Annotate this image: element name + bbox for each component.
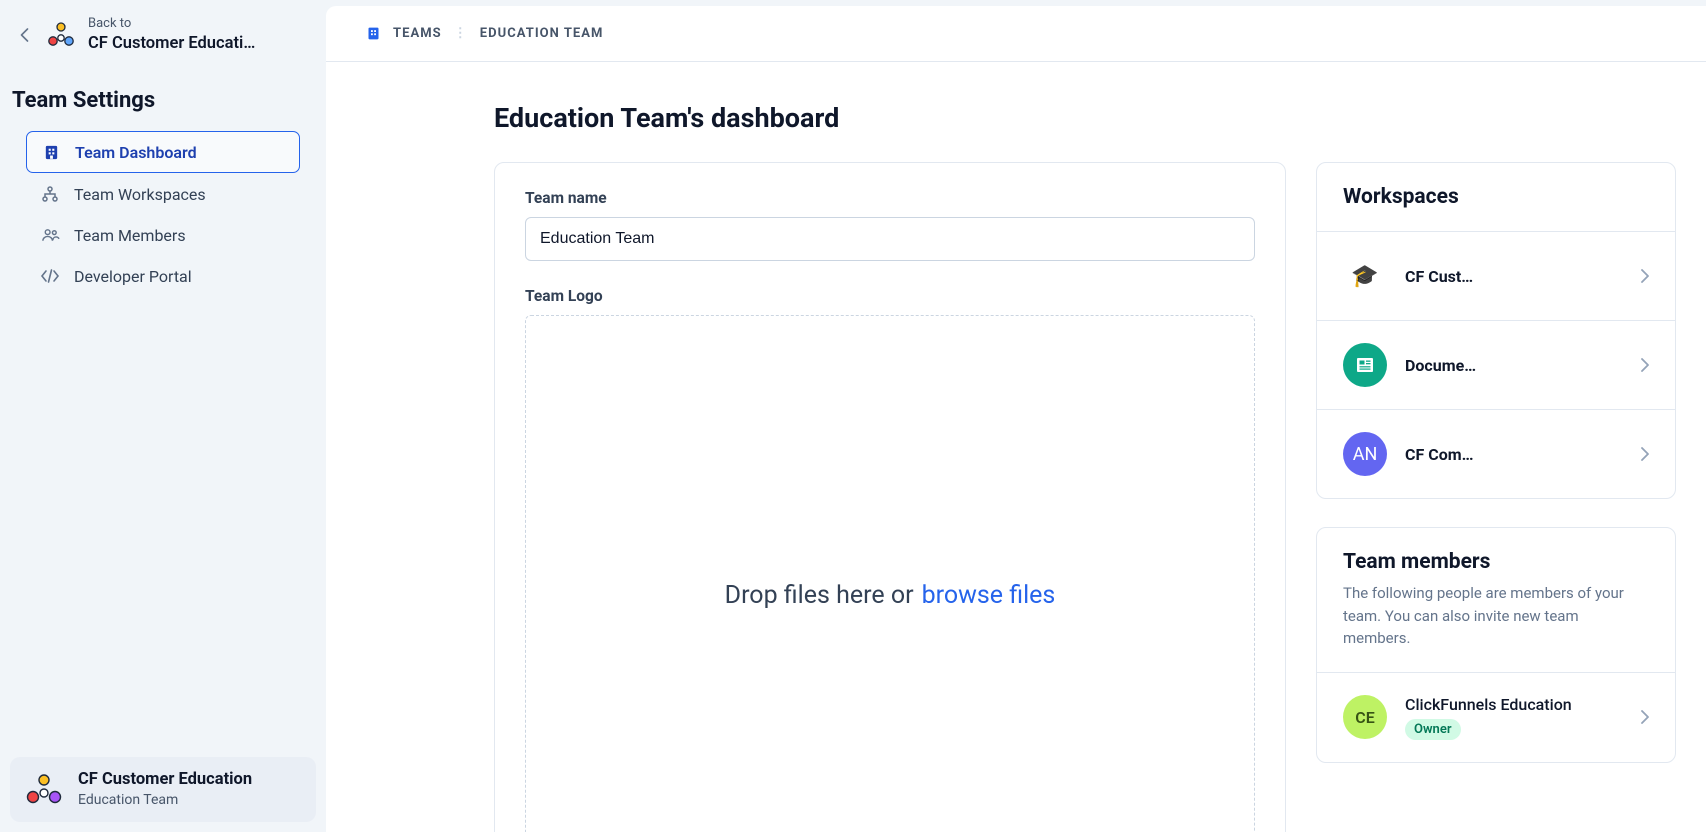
team-icon <box>46 20 76 50</box>
workspace-item[interactable]: 🎓 CF Cust… <box>1317 231 1675 320</box>
breadcrumb: TEAMS ⋮ EDUCATION TEAM <box>326 6 1706 62</box>
breadcrumb-separator: ⋮ <box>454 26 468 41</box>
nav-item-label: Team Dashboard <box>75 143 197 162</box>
back-label-large: CF Customer Educati… <box>88 33 255 54</box>
nav-item-label: Developer Portal <box>74 267 192 286</box>
nav-list: Team Dashboard Team Workspaces Team Memb… <box>10 131 316 296</box>
workspaces-card: Workspaces 🎓 CF Cust… <box>1316 162 1676 499</box>
people-icon <box>40 225 60 245</box>
dropzone-text: Drop files here or <box>725 581 914 610</box>
team-settings-card: Team name Team Logo Drop files here or b… <box>494 162 1286 832</box>
browse-files-link[interactable]: browse files <box>922 581 1056 610</box>
team-icon <box>24 772 64 806</box>
workspace-avatar: AN <box>1343 432 1387 476</box>
nav-team-workspaces[interactable]: Team Workspaces <box>26 174 300 214</box>
members-subtitle: The following people are members of your… <box>1343 582 1649 650</box>
footer-title: CF Customer Education <box>78 769 252 791</box>
chevron-right-icon <box>1641 447 1649 461</box>
sitemap-icon <box>40 184 60 204</box>
back-link[interactable]: Back to CF Customer Educati… <box>10 10 316 68</box>
member-name: ClickFunnels Education <box>1405 695 1572 714</box>
sidebar-footer[interactable]: CF Customer Education Education Team <box>10 757 316 822</box>
chevron-right-icon <box>1641 269 1649 283</box>
nav-team-dashboard[interactable]: Team Dashboard <box>26 131 300 173</box>
workspace-label: CF Cust… <box>1405 267 1473 286</box>
workspace-item[interactable]: Docume… <box>1317 320 1675 409</box>
logo-dropzone[interactable]: Drop files here or browse files <box>525 315 1255 832</box>
chevron-right-icon <box>1641 710 1649 724</box>
sidebar: Back to CF Customer Educati… Team Settin… <box>0 0 326 832</box>
chevron-left-icon <box>14 28 34 42</box>
breadcrumb-root[interactable]: TEAMS <box>393 26 442 41</box>
back-label-small: Back to <box>88 16 255 33</box>
team-name-input[interactable] <box>525 217 1255 261</box>
members-card: Team members The following people are me… <box>1316 527 1676 763</box>
member-avatar: CE <box>1343 695 1387 739</box>
sidebar-title: Team Settings <box>10 68 316 131</box>
page-title: Education Team's dashboard <box>494 102 1676 134</box>
workspace-item[interactable]: AN CF Com… <box>1317 409 1675 498</box>
nav-team-members[interactable]: Team Members <box>26 215 300 255</box>
workspace-label: Docume… <box>1405 356 1476 375</box>
building-icon <box>366 26 381 41</box>
members-title: Team members <box>1343 550 1649 574</box>
member-item[interactable]: CE ClickFunnels Education Owner <box>1317 672 1675 762</box>
nav-item-label: Team Workspaces <box>74 185 206 204</box>
footer-sub: Education Team <box>78 791 252 810</box>
workspaces-title: Workspaces <box>1343 185 1649 209</box>
main: TEAMS ⋮ EDUCATION TEAM Education Team's … <box>326 6 1706 832</box>
member-role-badge: Owner <box>1405 719 1461 740</box>
workspace-label: CF Com… <box>1405 445 1473 464</box>
team-logo-label: Team Logo <box>525 287 1255 305</box>
breadcrumb-current: EDUCATION TEAM <box>480 26 604 41</box>
team-name-label: Team name <box>525 189 1255 207</box>
workspace-avatar: 🎓 <box>1343 254 1387 298</box>
code-icon <box>40 266 60 286</box>
workspace-avatar <box>1343 343 1387 387</box>
chevron-right-icon <box>1641 358 1649 372</box>
building-icon <box>41 142 61 162</box>
nav-developer-portal[interactable]: Developer Portal <box>26 256 300 296</box>
nav-item-label: Team Members <box>74 226 186 245</box>
